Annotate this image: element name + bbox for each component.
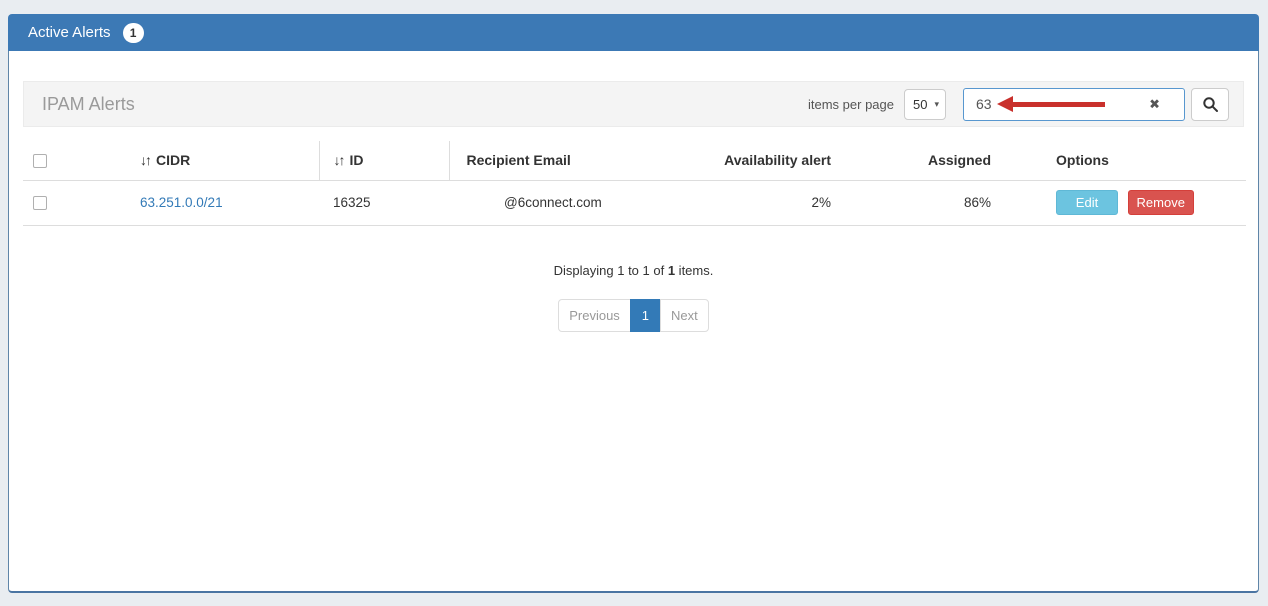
summary-total: 1 <box>668 263 675 278</box>
column-header-cidr[interactable]: ↓↑ CIDR <box>131 141 319 180</box>
select-all-checkbox[interactable] <box>33 154 47 168</box>
sort-icon[interactable]: ↓↑ <box>334 152 344 168</box>
search-icon <box>1202 96 1219 113</box>
column-label-id: ID <box>350 152 364 168</box>
items-per-page-select[interactable]: 50 ▾ <box>904 89 946 120</box>
pagination-next[interactable]: Next <box>660 299 709 332</box>
search-button[interactable] <box>1191 88 1229 121</box>
cell-assigned: 86% <box>864 180 999 225</box>
alerts-table: ↓↑ CIDR ↓↑ ID Recipient Email Availability… <box>23 141 1246 226</box>
cidr-link[interactable]: 63.251.0.0/21 <box>140 195 223 210</box>
cell-recipient-email: @6connect.com <box>449 180 689 225</box>
column-header-email: Recipient Email <box>449 141 689 180</box>
column-header-assigned: Assigned <box>864 141 999 180</box>
items-per-page-label: items per page <box>808 97 894 112</box>
cell-availability-alert: 2% <box>689 180 864 225</box>
chevron-down-icon: ▾ <box>934 99 939 110</box>
column-header-options: Options <box>999 141 1246 180</box>
pagination: Previous 1 Next <box>558 299 709 332</box>
column-label-cidr: CIDR <box>156 152 190 168</box>
clear-search-icon[interactable]: ✖ <box>1149 98 1160 111</box>
column-header-id[interactable]: ↓↑ ID <box>319 141 449 180</box>
alert-count-badge: 1 <box>123 23 144 43</box>
table-row: 63.251.0.0/21 16325 @6connect.com 2% 86%… <box>23 180 1246 225</box>
display-summary: Displaying 1 to 1 of 1 items. <box>23 263 1244 278</box>
sort-icon[interactable]: ↓↑ <box>140 152 150 168</box>
panel-body: IPAM Alerts items per page 50 ▾ ✖ <box>8 51 1259 593</box>
panel-heading: Active Alerts 1 <box>8 14 1259 51</box>
search-box: ✖ <box>963 88 1185 121</box>
page-title: Active Alerts <box>28 24 111 41</box>
column-header-availability: Availability alert <box>689 141 864 180</box>
pagination-wrapper: Previous 1 Next <box>23 299 1244 332</box>
table-toolbar: IPAM Alerts items per page 50 ▾ ✖ <box>23 81 1244 127</box>
pagination-previous[interactable]: Previous <box>558 299 631 332</box>
edit-button[interactable]: Edit <box>1056 190 1118 215</box>
table-header-row: ↓↑ CIDR ↓↑ ID Recipient Email Availability… <box>23 141 1246 180</box>
remove-button[interactable]: Remove <box>1128 190 1194 215</box>
row-checkbox[interactable] <box>33 196 47 210</box>
pagination-page-1[interactable]: 1 <box>630 299 661 332</box>
active-alerts-panel: Active Alerts 1 IPAM Alerts items per pa… <box>8 14 1259 593</box>
toolbar-controls: items per page 50 ▾ ✖ <box>808 88 1229 121</box>
summary-prefix: Displaying 1 to 1 of <box>554 263 668 278</box>
summary-suffix: items. <box>675 263 713 278</box>
cell-id: 16325 <box>319 180 449 225</box>
items-per-page-value: 50 <box>913 97 927 112</box>
table-title: IPAM Alerts <box>42 94 135 115</box>
